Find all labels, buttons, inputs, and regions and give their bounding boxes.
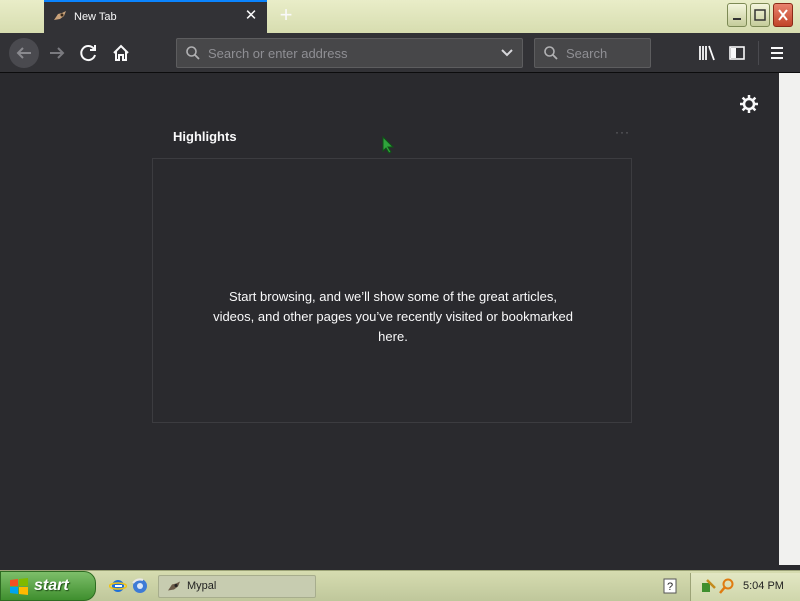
title-bar: New Tab ✕ +	[0, 0, 800, 34]
back-button[interactable]	[9, 38, 39, 68]
search-placeholder: Search	[566, 46, 608, 61]
scrollbar[interactable]	[779, 73, 800, 565]
chevron-down-icon[interactable]	[500, 47, 514, 59]
back-icon	[16, 47, 31, 59]
taskbar-item-mypal[interactable]: Mypal	[158, 575, 316, 598]
mypal-icon	[168, 581, 180, 591]
navigation-toolbar: Search or enter address Search	[0, 33, 800, 73]
mypal-icon	[54, 11, 66, 20]
forward-icon	[50, 47, 65, 59]
search-bar[interactable]: Search	[534, 38, 651, 68]
ie-icon[interactable]	[109, 577, 127, 595]
library-button[interactable]	[692, 38, 722, 68]
toolbar-divider	[758, 41, 759, 65]
library-icon	[699, 45, 715, 61]
forward-button[interactable]	[42, 38, 72, 68]
close-icon[interactable]: ✕	[243, 8, 259, 24]
sidebar-button[interactable]	[722, 38, 752, 68]
cursor-icon	[382, 136, 395, 154]
home-button[interactable]	[106, 38, 136, 68]
minimize-button[interactable]	[727, 3, 747, 27]
network-icon[interactable]	[701, 578, 717, 594]
windows-logo-icon	[10, 578, 28, 595]
highlights-card: Start browsing, and we’ll show some of t…	[152, 158, 632, 423]
start-button[interactable]: start	[0, 571, 96, 601]
maximize-button[interactable]	[750, 3, 770, 27]
reload-icon	[80, 45, 96, 62]
system-tray: 5:04 PM	[690, 573, 800, 601]
help-icon[interactable]: ?	[663, 578, 677, 594]
section-menu-button[interactable]: ···	[615, 125, 630, 139]
taskbar: start Mypal ? 5:04 PM	[0, 570, 800, 601]
new-tab-page: Highlights ··· Start browsing, and we’ll…	[3, 73, 779, 565]
address-placeholder: Search or enter address	[208, 46, 348, 61]
firefox-icon[interactable]	[131, 577, 149, 595]
tab-title: New Tab	[74, 11, 117, 23]
section-title-highlights: Highlights	[173, 129, 237, 144]
address-bar[interactable]: Search or enter address	[176, 38, 523, 68]
svg-text:?: ?	[667, 581, 673, 593]
search-tray-icon[interactable]	[719, 578, 735, 594]
gear-icon[interactable]	[739, 94, 759, 114]
reload-button[interactable]	[74, 38, 104, 68]
window-close-button[interactable]	[773, 3, 793, 27]
menu-button[interactable]	[762, 38, 792, 68]
taskbar-item-label: Mypal	[187, 580, 217, 592]
plus-icon[interactable]: +	[276, 4, 296, 26]
sidebar-icon	[729, 46, 745, 60]
home-icon	[113, 44, 129, 61]
tab-new-tab[interactable]: New Tab ✕	[44, 0, 267, 33]
search-icon	[186, 46, 200, 60]
search-icon	[544, 46, 558, 60]
highlights-empty-message: Start browsing, and we’ll show some of t…	[213, 289, 573, 344]
menu-icon	[771, 47, 783, 59]
start-label: start	[34, 577, 69, 594]
clock: 5:04 PM	[743, 580, 784, 592]
